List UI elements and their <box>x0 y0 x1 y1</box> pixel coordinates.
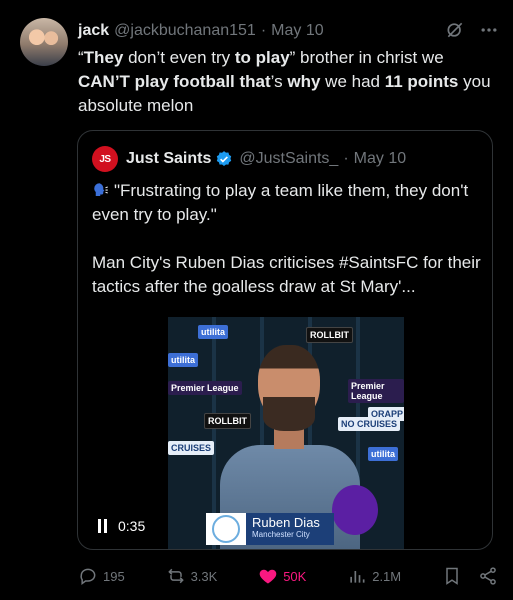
speaking-head-icon <box>94 183 108 196</box>
backdrop-tile: utilita <box>368 447 398 461</box>
like-count: 50K <box>283 568 307 584</box>
separator-dot: · <box>260 22 267 39</box>
club-crest-icon <box>212 515 240 543</box>
quoted-tweet-header: JS Just Saints @JustSaints_ · May 10 <box>92 146 406 172</box>
tweet-text-segment: to play <box>234 48 290 67</box>
share-icon[interactable] <box>478 566 498 586</box>
pause-icon[interactable] <box>98 519 110 533</box>
just-saints-avatar[interactable]: JS <box>92 146 118 172</box>
tweet-text: “They don’t even try to play” brother in… <box>78 46 498 118</box>
bookmark-icon[interactable] <box>442 566 462 586</box>
video-player[interactable]: utilita utilita ROLLBIT ROLLBIT Premier … <box>168 317 404 549</box>
heart-icon <box>259 569 277 584</box>
tweet-date[interactable]: May 10 <box>271 22 323 40</box>
backdrop-tile: utilita <box>198 325 228 339</box>
quoted-tweet[interactable]: JS Just Saints @JustSaints_ · May 10 "Fr… <box>77 130 493 550</box>
tweet-text-segment: They <box>83 48 124 67</box>
tweet-text-segment: ’s <box>270 72 288 91</box>
reply-icon <box>80 568 96 585</box>
reply-count: 195 <box>103 568 125 584</box>
author-name[interactable]: jack <box>78 22 109 40</box>
separator-dot: · <box>343 150 349 167</box>
video-controls: 0:35 <box>98 515 145 537</box>
view-count: 2.1M <box>372 568 402 584</box>
backdrop-tile: utilita <box>168 353 198 367</box>
name-caption: Ruben Dias Manchester City <box>206 513 334 545</box>
tweet-header: jack @jackbuchanan151 · May 10 <box>78 20 499 42</box>
backdrop-tile: Premier League <box>348 379 404 403</box>
tweet-text-segment: why <box>287 72 321 91</box>
tweet-text-segment: ” brother in christ we <box>289 48 444 67</box>
tweet-text-segment: CAN’T play football that <box>78 72 271 91</box>
author-handle[interactable]: @jackbuchanan151 <box>114 22 256 40</box>
repost-count: 3.3K <box>190 568 218 584</box>
caption-name: Ruben Dias <box>252 515 320 530</box>
backdrop-tile: CRUISES <box>168 441 215 455</box>
tweet-text-segment: we had <box>320 72 385 91</box>
more-options-icon[interactable] <box>479 20 499 40</box>
avatar[interactable] <box>20 18 68 66</box>
quoted-author-name[interactable]: Just Saints <box>126 150 211 168</box>
tweet-text-segment: don’t even try <box>123 48 235 67</box>
quote-line-2: Man City's Ruben Dias criticises #Saints… <box>92 253 481 296</box>
repost-button[interactable]: 3.3K <box>166 566 218 586</box>
verified-badge-icon <box>217 151 232 166</box>
quoted-tweet-date[interactable]: May 10 <box>354 150 406 168</box>
views-button[interactable]: 2.1M <box>347 566 401 586</box>
quoted-tweet-text: "Frustrating to play a team like them, t… <box>92 179 482 323</box>
backdrop-tile: ROLLBIT <box>306 327 353 343</box>
quoted-author-handle[interactable]: @JustSaints_ <box>239 150 338 168</box>
grok-icon[interactable] <box>445 20 465 40</box>
repost-icon <box>167 568 184 584</box>
reply-button[interactable]: 195 <box>78 566 125 586</box>
video-time: 0:35 <box>118 518 146 534</box>
quote-line-1: "Frustrating to play a team like them, t… <box>92 181 469 224</box>
tweet-text-segment: 11 points <box>384 72 459 91</box>
analytics-icon <box>350 571 365 583</box>
caption-club: Manchester City <box>252 530 310 539</box>
tweet-actions: 195 3.3K 50K 2.1M <box>78 562 498 590</box>
like-button[interactable]: 50K <box>258 566 306 586</box>
